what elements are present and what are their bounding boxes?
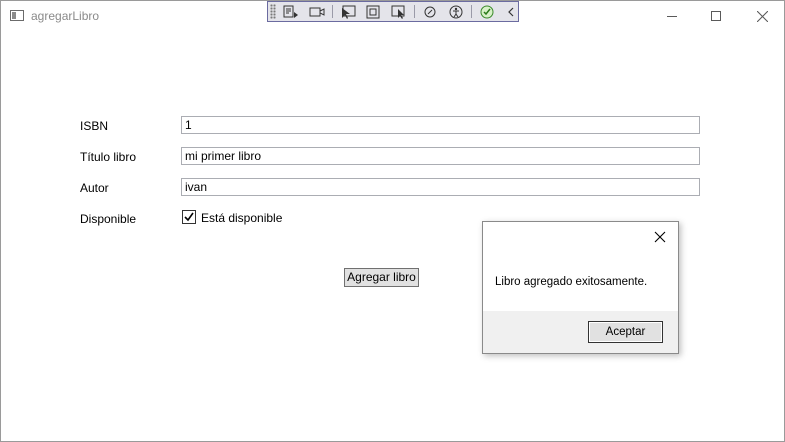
aceptar-button[interactable]: Aceptar [588,321,663,343]
autor-label: Autor [80,181,109,195]
dialog-footer: Aceptar [483,311,678,353]
agregar-libro-button[interactable]: Agregar libro [344,268,419,287]
dialog-message: Libro agregado exitosamente. [495,276,648,288]
window-title: agregarLibro [31,9,100,23]
display-adorner-icon[interactable] [364,4,382,19]
record-icon[interactable] [308,4,326,19]
track-focus-icon[interactable] [389,4,407,19]
close-icon [756,10,768,22]
minimize-button[interactable] [649,1,695,31]
checkmark-icon [184,212,194,222]
isbn-input[interactable]: 1 [181,116,700,134]
disponible-checkbox[interactable] [182,210,196,224]
titulo-label: Título libro [80,150,137,164]
close-button[interactable] [739,1,785,31]
check-icon[interactable] [478,4,496,19]
debug-toolbar [267,1,519,22]
main-window: agregarLibro ISBN 1 Título libro mi prim… [0,0,785,442]
close-icon [654,231,666,243]
minimize-icon [667,16,677,17]
collapse-toolbar-icon[interactable] [502,4,520,19]
maximize-icon [711,11,721,21]
toolbar-grip[interactable] [270,4,276,19]
visual-tree-icon[interactable] [282,4,300,19]
binding-failures-icon[interactable] [421,4,439,19]
accessibility-icon[interactable] [447,4,465,19]
select-element-icon[interactable] [339,4,357,19]
dialog-close-button[interactable] [653,230,667,244]
maximize-button[interactable] [693,1,739,31]
disponible-checkbox-label[interactable]: Está disponible [201,211,282,225]
window-icon [10,10,24,21]
isbn-label: ISBN [80,119,109,133]
message-dialog: Libro agregado exitosamente. Aceptar [482,221,679,354]
disponible-label: Disponible [80,212,137,226]
autor-input[interactable]: ivan [181,178,700,196]
titulo-input[interactable]: mi primer libro [181,147,700,165]
